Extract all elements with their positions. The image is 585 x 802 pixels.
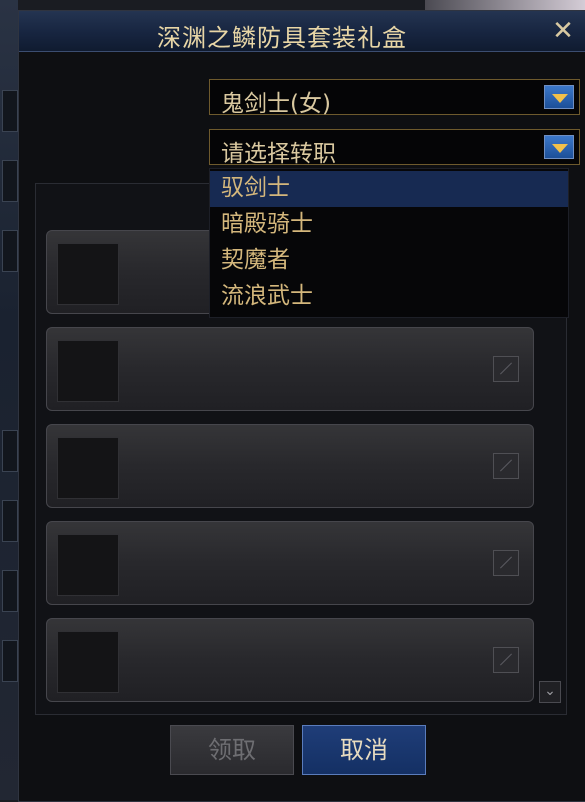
class-option[interactable]: 契魔者: [210, 243, 568, 279]
window-title: 深渊之鳞防具套装礼盒: [157, 24, 407, 52]
class-option[interactable]: 暗殿骑士: [210, 207, 568, 243]
cancel-button[interactable]: 取消: [302, 725, 426, 775]
background-slot: [2, 570, 18, 612]
item-slot-row[interactable]: [46, 521, 534, 605]
background-slot: [2, 160, 18, 202]
character-select-value: 鬼剑士(女): [221, 91, 331, 117]
item-slot-row[interactable]: [46, 327, 534, 411]
scroll-down-button[interactable]: ⌄: [539, 681, 561, 703]
background-slot: [2, 430, 18, 472]
item-icon-slot: [57, 243, 119, 305]
background-slot: [2, 640, 18, 682]
class-select[interactable]: 请选择转职: [209, 129, 580, 167]
item-checkbox[interactable]: [493, 453, 519, 479]
item-checkbox[interactable]: [493, 647, 519, 673]
item-slot-row[interactable]: [46, 618, 534, 702]
title-bar[interactable]: 深渊之鳞防具套装礼盒 ✕: [19, 11, 585, 52]
item-checkbox[interactable]: [493, 356, 519, 382]
chevron-down-icon[interactable]: [544, 135, 574, 159]
class-select-value: 请选择转职: [221, 141, 336, 167]
background-left-ui: [0, 0, 18, 800]
background-slot: [2, 230, 18, 272]
class-option[interactable]: 流浪武士: [210, 279, 568, 315]
background-slot: [2, 90, 18, 132]
close-button[interactable]: ✕: [549, 17, 577, 45]
item-icon-slot: [57, 534, 119, 596]
class-select-menu: 驭剑士 暗殿骑士 契魔者 流浪武士: [209, 168, 569, 318]
item-icon-slot: [57, 437, 119, 499]
item-checkbox[interactable]: [493, 550, 519, 576]
gift-box-window: 深渊之鳞防具套装礼盒 ✕ 鬼剑士(女) 请选择转职 驭剑士 暗殿骑士 契魔者 流…: [18, 10, 585, 802]
character-select[interactable]: 鬼剑士(女): [209, 79, 580, 117]
background-slot: [2, 500, 18, 542]
item-slot-row[interactable]: [46, 424, 534, 508]
item-icon-slot: [57, 631, 119, 693]
class-option[interactable]: 驭剑士: [210, 171, 568, 207]
claim-button[interactable]: 领取: [170, 725, 294, 775]
chevron-down-icon[interactable]: [544, 85, 574, 109]
item-icon-slot: [57, 340, 119, 402]
